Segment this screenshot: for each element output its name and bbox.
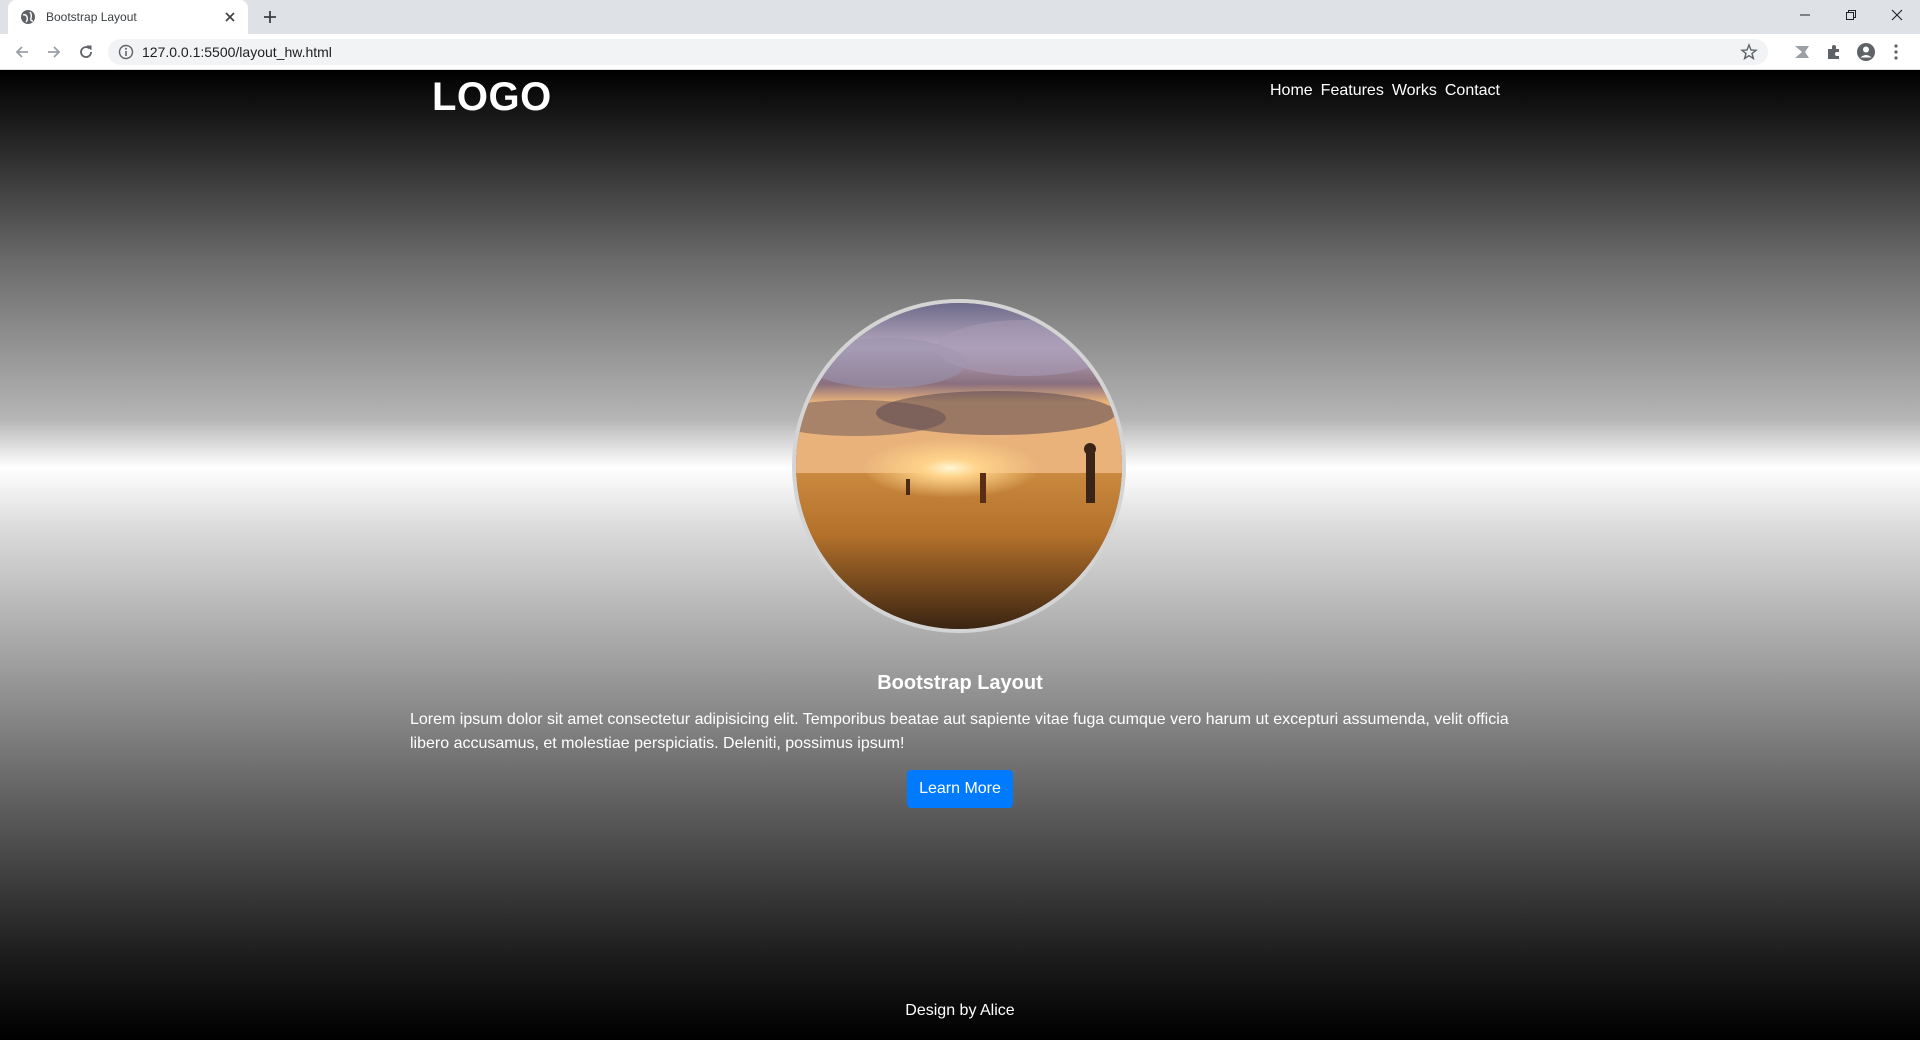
hero-title: Bootstrap Layout [877,672,1043,694]
forward-arrow-icon[interactable] [42,40,66,64]
minimize-icon[interactable] [1782,0,1828,30]
profile-icon[interactable] [1856,42,1876,62]
browser-toolbar: 127.0.0.1:5500/layout_hw.html [0,34,1920,70]
back-arrow-icon[interactable] [10,40,34,64]
nav-home[interactable]: Home [1270,80,1313,102]
bookmark-star-icon[interactable] [1740,43,1758,61]
reload-icon[interactable] [74,40,98,64]
new-tab-button[interactable] [260,7,280,27]
puzzle-icon[interactable] [1824,42,1844,62]
nav-contact[interactable]: Contact [1445,80,1500,102]
extension-icon[interactable] [1792,42,1812,62]
nav-works[interactable]: Works [1392,80,1437,102]
learn-more-button[interactable]: Learn More [907,770,1013,808]
close-tab-icon[interactable] [222,9,238,25]
tab-strip: Bootstrap Layout [0,0,1920,34]
info-icon[interactable] [118,44,134,60]
hero-image [792,299,1126,633]
restore-icon[interactable] [1828,0,1874,30]
logo[interactable]: LOGO [432,70,552,120]
menu-dots-icon[interactable] [1886,42,1906,62]
tab-title: Bootstrap Layout [46,10,137,24]
main-nav: Home Features Works Contact [1270,80,1500,102]
globe-icon [20,9,36,25]
close-window-icon[interactable] [1874,0,1920,30]
page-viewport: LOGO Home Features Works Contact Bootstr… [0,70,1920,1040]
url-text: 127.0.0.1:5500/layout_hw.html [142,44,332,60]
address-bar[interactable]: 127.0.0.1:5500/layout_hw.html [108,39,1768,65]
browser-tab[interactable]: Bootstrap Layout [8,0,248,34]
footer-credit: Design by Alice [905,1002,1015,1019]
hero-paragraph: Lorem ipsum dolor sit amet consectetur a… [410,711,1509,752]
nav-features[interactable]: Features [1321,80,1384,102]
